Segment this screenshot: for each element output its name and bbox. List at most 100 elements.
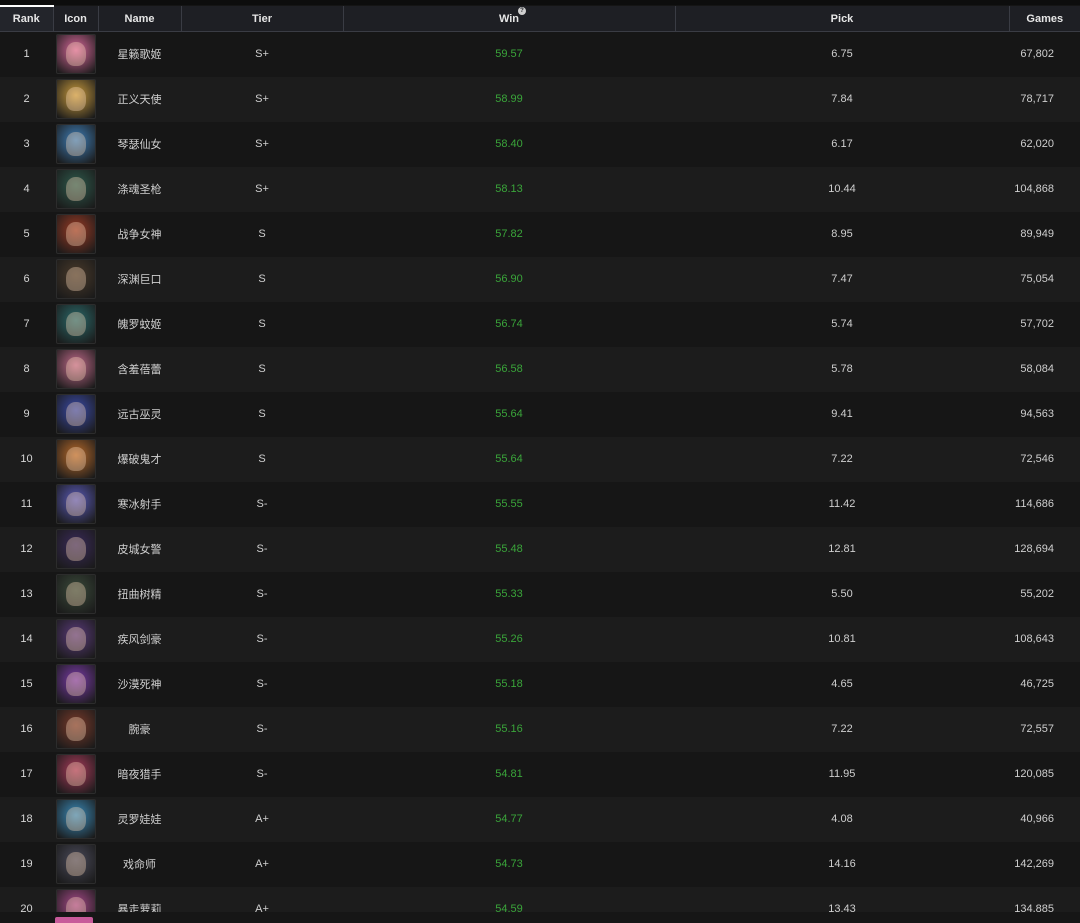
champion-icon[interactable] <box>55 439 96 479</box>
table-row[interactable]: 10 爆破鬼才 S 55.64 7.22 72,546 <box>0 436 1080 482</box>
champion-icon[interactable] <box>55 34 96 75</box>
table-row[interactable]: 4 涤魂圣枪 S+ 58.13 10.44 104,868 <box>0 166 1080 212</box>
champion-icon[interactable] <box>55 844 96 884</box>
rank-cell: 3 <box>23 138 30 150</box>
champion-name-cell[interactable]: 琴瑟仙女 <box>98 122 181 167</box>
champion-icon[interactable] <box>55 214 96 254</box>
help-icon[interactable]: ? <box>518 7 526 15</box>
champion-name-cell[interactable]: 涤魂圣枪 <box>98 167 181 212</box>
champion-name-cell[interactable]: 含羞蓓蕾 <box>98 347 181 392</box>
champion-name-cell[interactable]: 战争女神 <box>98 212 181 257</box>
champion-name-cell[interactable]: 正义天使 <box>98 77 181 122</box>
table-row[interactable]: 6 深渊巨口 S 56.90 7.47 75,054 <box>0 256 1080 302</box>
table-row[interactable]: 12 皮城女警 S- 55.48 12.81 128,694 <box>0 526 1080 572</box>
champion-icon-partial[interactable] <box>55 917 93 923</box>
champion-icon[interactable] <box>55 664 96 704</box>
champion-name-cell[interactable]: 暗夜猎手 <box>98 752 181 797</box>
pick-rate-cell: 10.81 <box>828 633 856 645</box>
column-header-pick[interactable]: Pick <box>674 6 1009 32</box>
champion-icon[interactable] <box>55 484 96 524</box>
champion-icon[interactable] <box>55 349 96 389</box>
column-header-name[interactable]: Name <box>97 6 181 32</box>
win-rate-cell: 55.64 <box>495 453 523 465</box>
table-row[interactable]: 19 戏命师 A+ 54.73 14.16 142,269 <box>0 841 1080 887</box>
table-row[interactable]: 14 疾风剑豪 S- 55.26 10.81 108,643 <box>0 616 1080 662</box>
table-row[interactable]: 13 扭曲树精 S- 55.33 5.50 55,202 <box>0 571 1080 617</box>
column-header-games[interactable]: Games <box>1008 6 1080 32</box>
champion-name-cell[interactable]: 深渊巨口 <box>98 257 181 302</box>
win-rate-cell: 58.99 <box>495 93 523 105</box>
champion-name-cell[interactable]: 腕豪 <box>98 707 181 752</box>
table-row[interactable]: 15 沙漠死神 S- 55.18 4.65 46,725 <box>0 661 1080 707</box>
table-row[interactable]: 7 魄罗蚊姬 S 56.74 5.74 57,702 <box>0 301 1080 347</box>
table-row[interactable]: 11 寒冰射手 S- 55.55 11.42 114,686 <box>0 481 1080 527</box>
win-rate-cell: 56.74 <box>495 318 523 330</box>
column-header-tier[interactable]: Tier <box>180 6 343 32</box>
champion-icon[interactable] <box>55 754 96 794</box>
games-cell: 120,085 <box>1014 768 1054 780</box>
column-header-rank[interactable]: Rank <box>0 5 53 32</box>
games-cell: 104,868 <box>1014 183 1054 195</box>
tier-cell: S <box>258 453 266 465</box>
champion-icon[interactable] <box>55 529 96 569</box>
champion-icon[interactable] <box>55 799 96 839</box>
table-row[interactable]: 16 腕豪 S- 55.16 7.22 72,557 <box>0 706 1080 752</box>
table-body: 1 星籁歌姬 S+ 59.57 6.75 67,802 2 正义天使 S+ 58.99 7.84 78… <box>0 31 1080 923</box>
rank-cell: 17 <box>20 768 33 780</box>
pick-rate-cell: 14.16 <box>828 858 856 870</box>
champion-name-cell[interactable]: 皮城女警 <box>98 527 181 572</box>
table-row[interactable]: 9 远古巫灵 S 55.64 9.41 94,563 <box>0 391 1080 437</box>
tier-cell: S <box>258 228 266 240</box>
champion-icon[interactable] <box>55 709 96 749</box>
table-row[interactable]: 8 含羞蓓蕾 S 56.58 5.78 58,084 <box>0 346 1080 392</box>
pick-rate-cell: 7.22 <box>831 723 853 735</box>
table-row[interactable]: 1 星籁歌姬 S+ 59.57 6.75 67,802 <box>0 31 1080 77</box>
table-row[interactable]: 18 灵罗娃娃 A+ 54.77 4.08 40,966 <box>0 796 1080 842</box>
rank-cell: 2 <box>23 93 30 105</box>
pick-rate-cell: 6.75 <box>831 48 853 61</box>
column-header-win[interactable]: Win ? <box>342 6 675 32</box>
table-row[interactable]: 17 暗夜猎手 S- 54.81 11.95 120,085 <box>0 751 1080 797</box>
champion-name-cell[interactable]: 灵罗娃娃 <box>98 797 181 842</box>
champion-icon[interactable] <box>55 124 96 164</box>
games-cell: 108,643 <box>1014 633 1054 645</box>
table-row[interactable]: 5 战争女神 S 57.82 8.95 89,949 <box>0 211 1080 257</box>
champion-icon[interactable] <box>55 259 96 299</box>
win-rate-cell: 54.81 <box>495 768 523 780</box>
champion-name-cell[interactable]: 魄罗蚊姬 <box>98 302 181 347</box>
champion-icon[interactable] <box>55 79 96 119</box>
icon-cell <box>53 752 98 797</box>
games-cell: 72,546 <box>1020 453 1054 465</box>
win-rate-cell: 55.26 <box>495 633 523 645</box>
pick-rate-cell: 5.78 <box>831 363 853 375</box>
pick-rate-cell: 6.17 <box>831 138 853 150</box>
champion-name-cell[interactable]: 扭曲树精 <box>98 572 181 617</box>
icon-cell <box>53 707 98 752</box>
pick-rate-cell: 7.22 <box>831 453 853 465</box>
champion-name-cell[interactable]: 寒冰射手 <box>98 482 181 527</box>
pick-rate-cell: 9.41 <box>831 408 853 420</box>
win-rate-cell: 56.90 <box>495 273 523 285</box>
icon-cell <box>53 527 98 572</box>
champion-icon[interactable] <box>55 304 96 344</box>
champion-icon[interactable] <box>55 574 96 614</box>
table-header-row: Rank Icon Name Tier Win ? Pick Games <box>0 5 1080 32</box>
table-row[interactable]: 3 琴瑟仙女 S+ 58.40 6.17 62,020 <box>0 121 1080 167</box>
champion-name-cell[interactable]: 星籁歌姬 <box>98 32 181 77</box>
icon-cell <box>53 572 98 617</box>
champion-name-cell[interactable]: 沙漠死神 <box>98 662 181 707</box>
rank-cell: 6 <box>23 273 30 285</box>
champion-name-cell[interactable]: 疾风剑豪 <box>98 617 181 662</box>
champion-icon[interactable] <box>55 169 96 209</box>
tier-cell: S- <box>256 498 268 510</box>
champion-name-cell[interactable]: 远古巫灵 <box>98 392 181 437</box>
champion-icon[interactable] <box>55 619 96 659</box>
tier-cell: S <box>258 408 266 420</box>
win-rate-cell: 54.73 <box>495 858 523 870</box>
champion-name-cell[interactable]: 戏命师 <box>98 842 181 887</box>
win-rate-cell: 58.40 <box>495 138 523 150</box>
games-cell: 62,020 <box>1020 138 1054 150</box>
table-row[interactable]: 2 正义天使 S+ 58.99 7.84 78,717 <box>0 76 1080 122</box>
champion-icon[interactable] <box>55 394 96 434</box>
champion-name-cell[interactable]: 爆破鬼才 <box>98 437 181 482</box>
